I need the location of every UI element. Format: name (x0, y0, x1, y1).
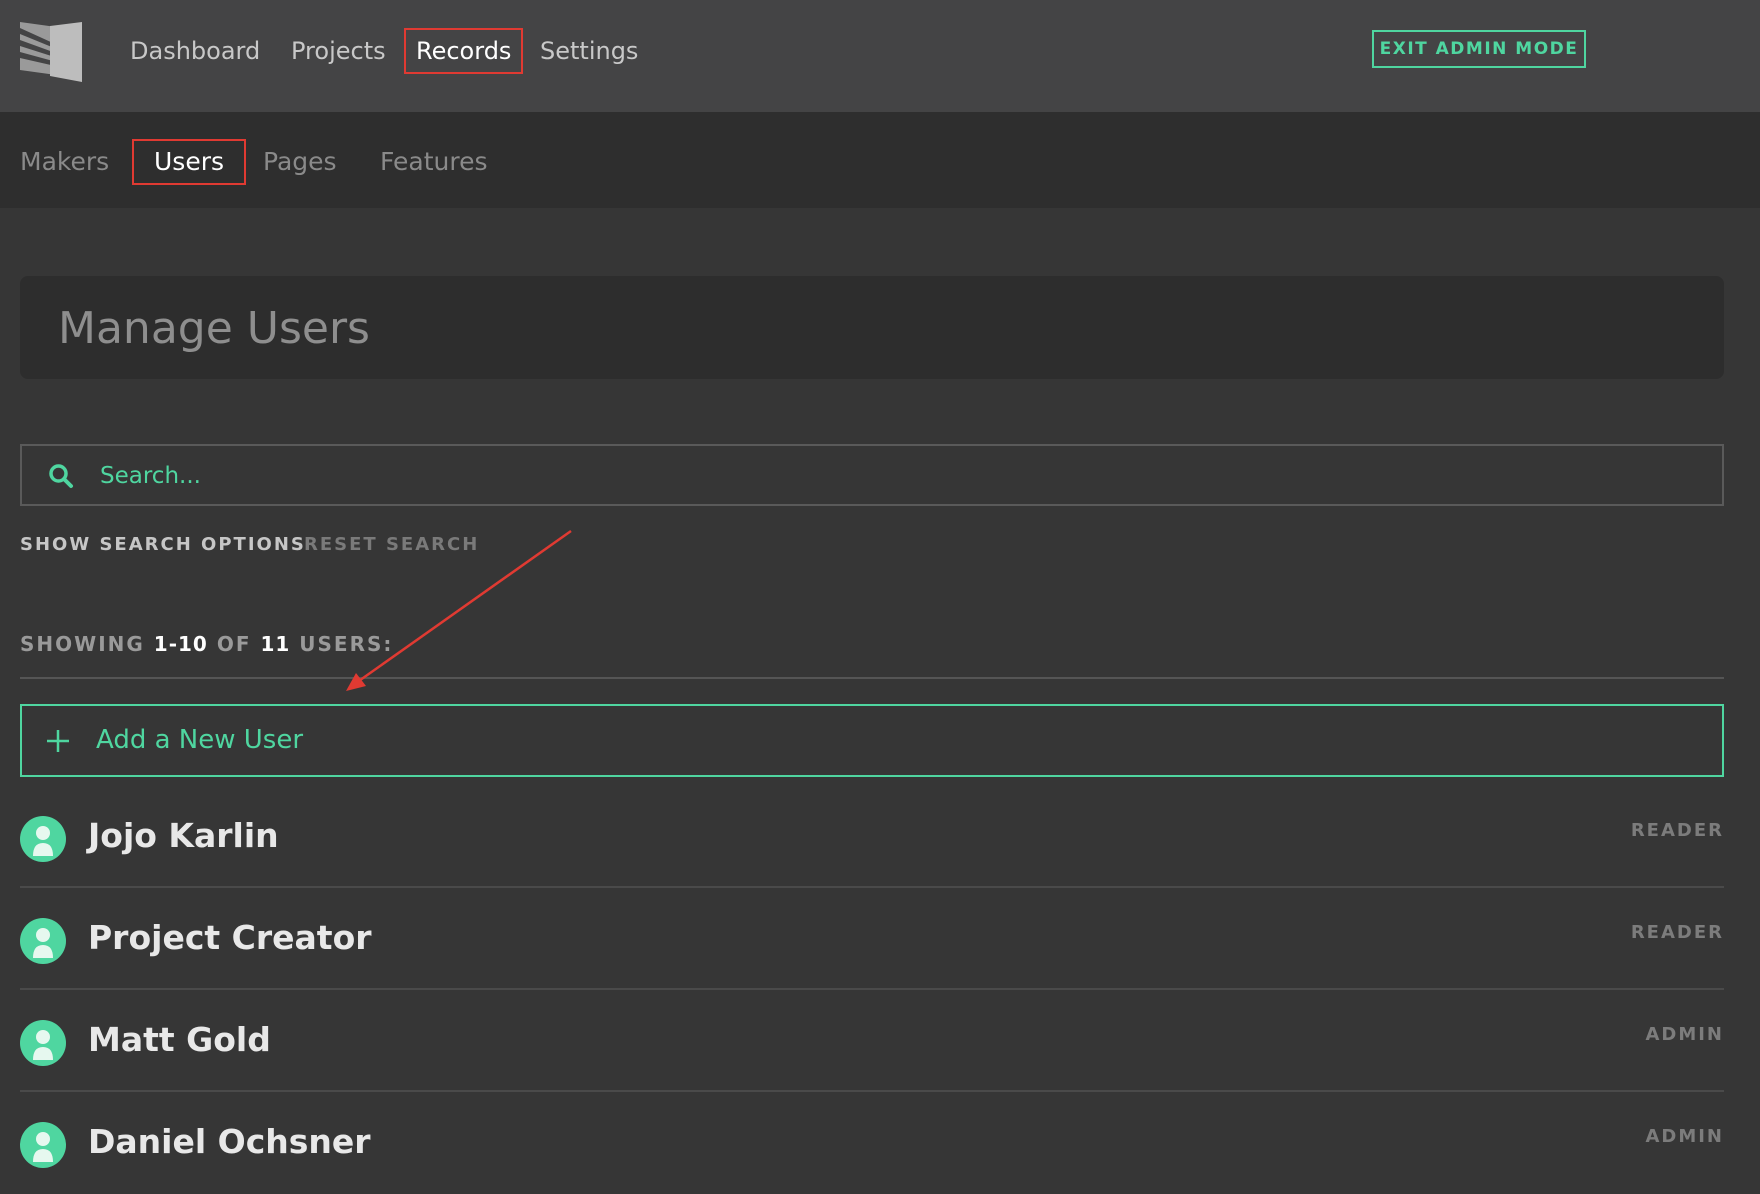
plus-icon (47, 730, 69, 752)
subnav-users[interactable]: Users (132, 139, 247, 185)
user-name[interactable]: Project Creator (88, 916, 372, 960)
add-new-user-label: Add a New User (96, 725, 304, 755)
topnav-settings[interactable]: Settings (540, 28, 638, 74)
user-avatar-icon (20, 918, 66, 964)
search-icon (49, 464, 73, 488)
topnav-dashboard[interactable]: Dashboard (130, 28, 260, 74)
exit-admin-mode-button[interactable]: EXIT ADMIN MODE (1372, 30, 1586, 68)
user-name[interactable]: Daniel Ochsner (88, 1120, 371, 1164)
search-box[interactable] (20, 444, 1724, 506)
results-suffix: USERS: (299, 632, 394, 656)
subnav-makers[interactable]: Makers (20, 139, 109, 185)
secondary-navigation-bar: Makers Users Pages Features (0, 112, 1760, 208)
user-row[interactable]: Jojo Karlin READER (20, 786, 1724, 888)
subnav-features[interactable]: Features (380, 139, 488, 185)
user-row[interactable]: Daniel Ochsner ADMIN (20, 1092, 1724, 1194)
page-title-panel: Manage Users (20, 276, 1724, 379)
list-divider (20, 677, 1724, 679)
page-title: Manage Users (58, 303, 370, 354)
topnav-projects[interactable]: Projects (291, 28, 386, 74)
reset-search-link[interactable]: RESET SEARCH (304, 534, 479, 555)
user-name[interactable]: Matt Gold (88, 1018, 271, 1062)
add-new-user-button[interactable]: Add a New User (20, 704, 1724, 777)
show-search-options-link[interactable]: SHOW SEARCH OPTIONS (20, 534, 306, 555)
user-row[interactable]: Matt Gold ADMIN (20, 990, 1724, 1092)
user-avatar-icon (20, 816, 66, 862)
logo-icon[interactable] (20, 22, 82, 82)
user-avatar-icon (20, 1122, 66, 1168)
topnav-records[interactable]: Records (404, 28, 524, 74)
results-total: 11 (260, 632, 291, 656)
subnav-pages[interactable]: Pages (263, 139, 337, 185)
user-row[interactable]: Project Creator READER (20, 888, 1724, 990)
top-navigation-bar: Dashboard Projects Records Settings EXIT… (0, 0, 1760, 112)
results-count: SHOWING 1-10 OF 11 USERS: (20, 632, 393, 656)
user-avatar-icon (20, 1020, 66, 1066)
results-range: 1-10 (153, 632, 208, 656)
results-of: OF (216, 632, 252, 656)
user-role-badge: ADMIN (1645, 1024, 1724, 1045)
user-role-badge: READER (1630, 820, 1724, 841)
user-role-badge: READER (1630, 922, 1724, 943)
user-role-badge: ADMIN (1645, 1126, 1724, 1147)
user-name[interactable]: Jojo Karlin (88, 814, 279, 858)
search-input[interactable] (98, 454, 1702, 498)
results-prefix: SHOWING (20, 632, 145, 656)
